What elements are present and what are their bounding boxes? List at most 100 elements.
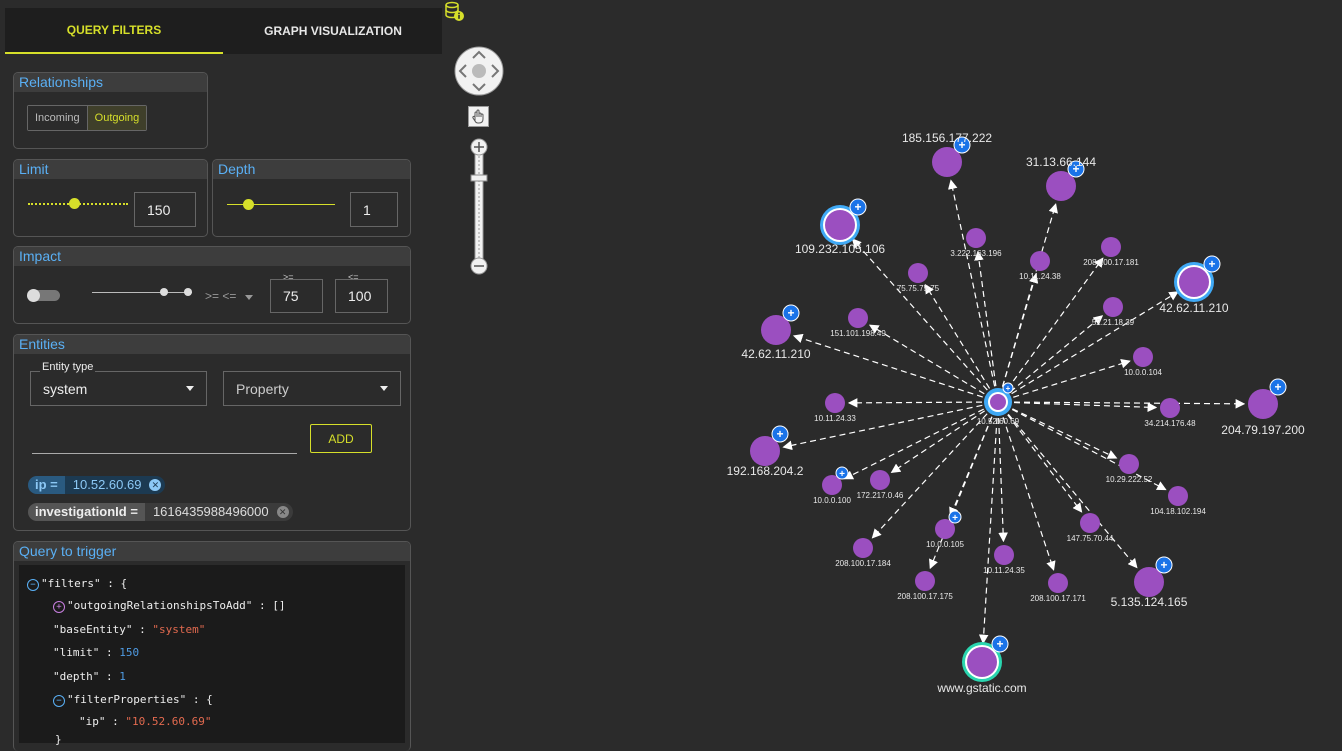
node-circle[interactable] [1048, 573, 1068, 593]
json-line-close: } [55, 733, 62, 746]
graph-node[interactable]: 3.222.163.196 [950, 228, 1002, 258]
impact-operator-select[interactable]: >= <= [205, 289, 253, 303]
plus-glyph: + [1160, 558, 1167, 572]
graph-node[interactable]: 208.100.17.171 [1030, 573, 1086, 603]
impact-range-track[interactable] [92, 292, 192, 293]
filter-chip-key: investigationId = [28, 503, 145, 521]
tab-query-filters[interactable]: QUERY FILTERS [5, 8, 223, 54]
graph-edge [851, 238, 988, 391]
graph-node[interactable]: +10.0.0.100 [813, 466, 851, 505]
json-key: "ip" [79, 715, 106, 728]
center-node[interactable]: +10.52.60.69 [977, 382, 1020, 426]
graph-node[interactable]: 52.21.18.39 [1092, 297, 1135, 327]
node-circle[interactable] [848, 308, 868, 328]
node-circle[interactable] [1119, 454, 1139, 474]
node-label: 10.0.0.105 [926, 540, 964, 549]
node-circle[interactable] [825, 210, 855, 240]
graph-node[interactable]: + www.gstatic.com [936, 635, 1027, 695]
impact-min-input[interactable]: 75 [270, 279, 323, 313]
graph-node[interactable]: +42.62.11.210 [741, 304, 811, 361]
graph-node[interactable]: 208.100.17.181 [1083, 237, 1139, 267]
graph-node[interactable]: 10.0.0.104 [1124, 347, 1162, 377]
property-placeholder: Property [236, 380, 289, 397]
impact-range-min-handle[interactable] [160, 288, 168, 296]
entity-type-select[interactable]: system [30, 371, 207, 406]
node-circle[interactable] [1080, 513, 1100, 533]
graph-node[interactable]: 151.101.198.49 [830, 308, 886, 338]
node-label: 31.13.66.144 [1026, 155, 1096, 169]
incoming-toggle[interactable]: Incoming [28, 106, 87, 130]
plus-glyph: + [952, 513, 958, 524]
graph-node[interactable]: 34.214.176.48 [1144, 398, 1196, 428]
impact-max-input[interactable]: 100 [335, 279, 388, 313]
tab-graph-visualization[interactable]: GRAPH VISUALIZATION [224, 8, 442, 54]
graph-node[interactable]: 147.75.70.44 [1067, 513, 1114, 543]
graph-node[interactable]: +109.232.105.106 [795, 198, 885, 256]
collapse-icon[interactable]: − [53, 695, 65, 707]
node-circle[interactable] [1133, 347, 1153, 367]
node-label: 192.168.204.2 [727, 464, 804, 478]
node-circle[interactable] [1103, 297, 1123, 317]
node-circle[interactable] [825, 393, 845, 413]
node-circle[interactable] [994, 545, 1014, 565]
filter-chip-ip: ip = 10.52.60.69 ✕ [28, 476, 166, 494]
graph-node[interactable]: 208.100.17.175 [897, 571, 953, 601]
relationship-toggle: Incoming Outgoing [27, 105, 148, 131]
filter-chip-value: 10.52.60.69 [72, 477, 142, 492]
node-circle[interactable] [967, 647, 997, 677]
json-line-ip: "ip" : "10.52.60.69" [79, 715, 212, 728]
remove-icon[interactable]: ✕ [149, 479, 162, 491]
node-label: 52.21.18.39 [1092, 318, 1135, 327]
node-label: 5.135.124.165 [1111, 595, 1188, 609]
remove-icon[interactable]: ✕ [276, 506, 289, 518]
node-circle[interactable] [990, 394, 1006, 410]
collapse-icon[interactable]: − [27, 579, 39, 591]
graph-node[interactable]: 75.75.75.75 [897, 263, 940, 293]
impact-toggle[interactable] [27, 289, 60, 302]
graph-node[interactable]: +185.156.177.222 [902, 131, 992, 177]
property-select[interactable]: Property [223, 371, 401, 406]
node-circle[interactable] [966, 228, 986, 248]
impact-toggle-knob [27, 289, 40, 302]
node-circle[interactable] [870, 470, 890, 490]
node-circle[interactable] [1101, 237, 1121, 257]
impact-range-max-handle[interactable] [184, 288, 192, 296]
node-circle[interactable] [853, 538, 873, 558]
limit-input[interactable]: 150 [134, 192, 196, 227]
network-graph[interactable]: +185.156.177.222 +31.13.66.144 +109.232.10… [442, 0, 1342, 743]
graph-canvas[interactable]: +185.156.177.222 +31.13.66.144 +109.232.10… [442, 0, 1342, 743]
property-value-input[interactable] [32, 453, 297, 454]
graph-node[interactable]: 104.18.102.194 [1150, 486, 1206, 516]
plus-glyph: + [854, 200, 861, 214]
left-panel: QUERY FILTERS GRAPH VISUALIZATION Relati… [0, 0, 442, 751]
graph-edge [847, 398, 983, 408]
add-button[interactable]: ADD [310, 424, 372, 453]
graph-node[interactable]: +42.62.11.210 [1159, 255, 1229, 315]
limit-slider-handle[interactable] [69, 198, 80, 209]
graph-node[interactable]: 208.100.17.184 [835, 538, 891, 568]
graph-edge [1011, 291, 1179, 395]
graph-node[interactable]: +192.168.204.2 [727, 425, 804, 478]
graph-node[interactable]: 10.29.222.52 [1106, 454, 1153, 484]
entities-title: Entities [14, 335, 410, 354]
node-circle[interactable] [1168, 486, 1188, 506]
graph-node[interactable]: +204.79.197.200 [1221, 378, 1305, 437]
expand-icon[interactable]: + [53, 601, 65, 613]
node-circle[interactable] [915, 571, 935, 591]
graph-node[interactable]: +5.135.124.165 [1111, 556, 1188, 609]
node-circle[interactable] [1160, 398, 1180, 418]
outgoing-toggle[interactable]: Outgoing [86, 106, 147, 130]
node-circle[interactable] [1030, 251, 1050, 271]
json-line-filters: − "filters" : { [27, 577, 127, 591]
node-circle[interactable] [908, 263, 928, 283]
node-circle[interactable] [1179, 267, 1209, 297]
graph-node[interactable]: +10.0.0.105 [926, 510, 964, 549]
graph-edge [1002, 416, 1056, 571]
graph-node[interactable]: 10.11.24.38 [1019, 251, 1061, 281]
graph-node[interactable]: 10.11.24.33 [814, 393, 856, 423]
graph-node[interactable]: 172.217.0.46 [857, 470, 904, 500]
graph-node[interactable]: +31.13.66.144 [1026, 155, 1096, 201]
depth-slider-handle[interactable] [243, 199, 254, 210]
depth-input[interactable]: 1 [350, 192, 398, 227]
json-line-limit: "limit" : 150 [53, 646, 140, 659]
